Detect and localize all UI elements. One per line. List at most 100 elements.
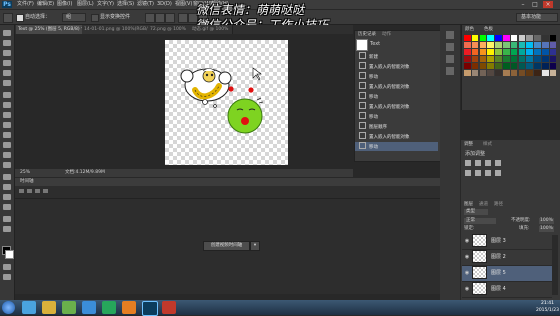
system-clock[interactable]: 21:41 2015/1/23: [535, 300, 560, 315]
swatch[interactable]: [510, 56, 518, 62]
visibility-eye-icon[interactable]: ◉: [464, 250, 470, 265]
swatch[interactable]: [487, 49, 494, 55]
swatch[interactable]: [471, 56, 479, 62]
layer-row[interactable]: ◉ 图层 3: [462, 234, 552, 250]
swatch[interactable]: [542, 56, 549, 62]
swatch[interactable]: [495, 70, 502, 76]
tab-animation[interactable]: 动态.gif @ 100%: [190, 25, 233, 34]
menu-3d[interactable]: 3D(D): [157, 1, 172, 8]
align-middle-icon[interactable]: [155, 13, 165, 23]
history-item[interactable]: 置入嵌入的智能对象: [355, 62, 438, 71]
swatch[interactable]: [503, 63, 510, 69]
photoshop-taskbar-icon[interactable]: [142, 301, 158, 316]
swatch[interactable]: [534, 49, 541, 55]
lasso-tool-icon[interactable]: [3, 50, 11, 56]
swatch[interactable]: [549, 35, 557, 41]
swatch[interactable]: [542, 63, 549, 69]
close-button[interactable]: ×: [543, 1, 553, 8]
history-item[interactable]: 置入嵌入的智能对象: [355, 132, 438, 141]
history-brush-tool-icon[interactable]: [3, 122, 11, 128]
swatch[interactable]: [510, 42, 518, 48]
swatch[interactable]: [534, 35, 541, 41]
history-item[interactable]: 置入嵌入的智能对象: [355, 102, 438, 111]
menu-edit[interactable]: 编辑(E): [37, 1, 54, 8]
blur-tool-icon[interactable]: [3, 152, 11, 158]
timeline-dropdown-button[interactable]: ▾: [250, 241, 260, 251]
swatch[interactable]: [503, 70, 510, 76]
background-color-swatch[interactable]: [5, 250, 14, 259]
swatch[interactable]: [464, 49, 471, 55]
swatch[interactable]: [526, 49, 533, 55]
swatch[interactable]: [549, 49, 557, 55]
minimize-button[interactable]: –: [518, 1, 528, 8]
opacity-value[interactable]: 100%: [539, 218, 554, 224]
clone-stamp-tool-icon[interactable]: [3, 112, 11, 118]
layer-row[interactable]: ◉ 图层 2: [462, 250, 552, 266]
next-frame-icon[interactable]: [43, 189, 48, 193]
align-top-icon[interactable]: [145, 13, 155, 23]
auto-select-dropdown[interactable]: 组: [62, 13, 86, 22]
swatch[interactable]: [534, 63, 541, 69]
history-item[interactable]: 图层顺序: [355, 122, 438, 131]
maximize-button[interactable]: □: [530, 1, 540, 8]
swatch[interactable]: [471, 70, 479, 76]
first-frame-icon[interactable]: [19, 189, 24, 193]
history-item[interactable]: 移动: [355, 72, 438, 81]
app-icon-5[interactable]: [102, 301, 116, 314]
swatch[interactable]: [518, 56, 526, 62]
swatch[interactable]: [471, 63, 479, 69]
swatch[interactable]: [510, 49, 518, 55]
blend-mode-dropdown[interactable]: 正常: [464, 218, 496, 224]
swatch[interactable]: [495, 35, 502, 41]
swatch[interactable]: [526, 56, 533, 62]
fill-value[interactable]: 100%: [539, 226, 554, 232]
hue-saturation-icon[interactable]: [475, 170, 481, 176]
swatch[interactable]: [518, 35, 526, 41]
vibrance-icon[interactable]: [465, 170, 471, 176]
swatch[interactable]: [495, 49, 502, 55]
black-white-icon[interactable]: [495, 170, 501, 176]
color-balance-icon[interactable]: [485, 170, 491, 176]
swatch[interactable]: [487, 42, 494, 48]
layer-row[interactable]: ◉ 图层 4: [462, 282, 552, 298]
swatch[interactable]: [479, 56, 487, 62]
swatch[interactable]: [487, 63, 494, 69]
swatch[interactable]: [487, 70, 494, 76]
tab-text[interactable]: Text @ 25% (图层 5, RGB/8) *: [16, 25, 83, 34]
hand-tool-icon[interactable]: [3, 216, 11, 222]
align-bottom-icon[interactable]: [165, 13, 175, 23]
swatch[interactable]: [534, 56, 541, 62]
eyedropper-tool-icon[interactable]: [3, 80, 11, 86]
swatch[interactable]: [549, 42, 557, 48]
menu-file[interactable]: 文件(F): [17, 1, 34, 8]
workspace-dropdown[interactable]: 基本功能: [516, 13, 558, 22]
tab-72[interactable]: 72.png @ 100%: [148, 25, 191, 34]
swatch[interactable]: [534, 42, 541, 48]
swatch[interactable]: [518, 63, 526, 69]
screen-mode-icon[interactable]: [3, 274, 11, 280]
app-icon-6[interactable]: [122, 301, 136, 314]
visibility-eye-icon[interactable]: ◉: [464, 234, 470, 249]
swatch[interactable]: [479, 42, 487, 48]
swatch[interactable]: [479, 63, 487, 69]
swatch[interactable]: [471, 42, 479, 48]
start-button-icon[interactable]: [2, 301, 15, 314]
swatch[interactable]: [518, 70, 526, 76]
history-item[interactable]: 新建: [355, 52, 438, 61]
marquee-tool-icon[interactable]: [3, 40, 11, 46]
eraser-tool-icon[interactable]: [3, 132, 11, 138]
swatch[interactable]: [503, 49, 510, 55]
swatch[interactable]: [510, 35, 518, 41]
app-icon-4[interactable]: [82, 301, 96, 314]
swatch[interactable]: [534, 70, 541, 76]
tab-color[interactable]: 颜色: [465, 26, 474, 33]
menu-filter[interactable]: 滤镜(T): [137, 1, 154, 8]
swatch[interactable]: [518, 49, 526, 55]
crop-tool-icon[interactable]: [3, 70, 11, 76]
document-canvas[interactable]: [165, 40, 288, 165]
menu-view[interactable]: 视图(V): [175, 1, 192, 8]
swatch[interactable]: [471, 49, 479, 55]
tab-styles[interactable]: 样式: [483, 141, 492, 148]
menu-select[interactable]: 选择(S): [117, 1, 134, 8]
swatch[interactable]: [503, 42, 510, 48]
